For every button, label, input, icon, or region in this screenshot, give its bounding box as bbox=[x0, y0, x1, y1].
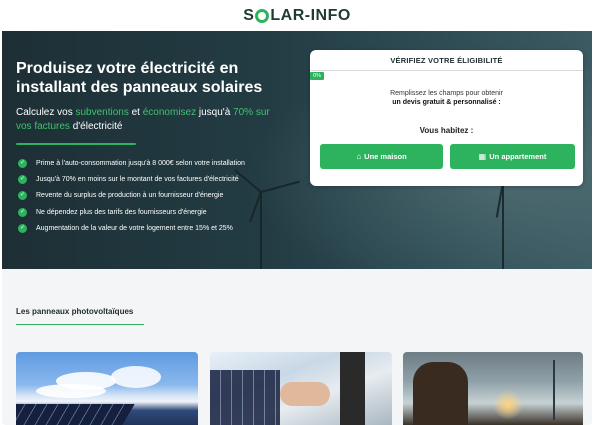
features-list: ✓ Prime à l'auto-consommation jusqu'à 8 0… bbox=[18, 155, 245, 237]
house-option-button[interactable]: ⌂ Une maison bbox=[320, 144, 443, 169]
section-underline-divider bbox=[16, 324, 144, 325]
check-icon: ✓ bbox=[18, 158, 27, 168]
house-icon: ⌂ bbox=[356, 152, 362, 161]
feature-item: ✓ Ne dépendez plus des tarifs des fournis… bbox=[18, 204, 245, 220]
house-option-label: Une maison bbox=[364, 152, 407, 161]
housing-question: Vous habitez : bbox=[419, 126, 474, 135]
apartment-option-label: Un appartement bbox=[489, 152, 547, 161]
feature-text: Jusqu'à 70% en moins sur le montant de v… bbox=[36, 176, 239, 184]
section-title: Les panneaux photovoltaïques bbox=[16, 307, 134, 316]
feature-item: ✓ Revente du surplus de production à un f… bbox=[18, 188, 245, 204]
subtitle-highlight: économisez bbox=[142, 107, 197, 118]
instruction-line-bold: un devis gratuit & personnalisé : bbox=[392, 99, 501, 106]
feature-item: ✓ Prime à l'auto-consommation jusqu'à 8 0… bbox=[18, 155, 245, 171]
building-icon: ▦ bbox=[478, 152, 487, 161]
check-icon: ✓ bbox=[18, 191, 27, 201]
subtitle-text: et bbox=[128, 107, 143, 118]
eligibility-card: VÉRIFIEZ VOTRE ÉLIGIBILITÉ 0% Remplissez… bbox=[310, 50, 583, 186]
feature-item: ✓ Augmentation de la valeur de votre loge… bbox=[18, 221, 245, 237]
article-thumbnail-solar-panels[interactable] bbox=[16, 352, 198, 425]
feature-text: Augmentation de la valeur de votre logem… bbox=[36, 225, 233, 233]
subtitle-text: d'électricité bbox=[69, 121, 123, 132]
progress-label: 0% bbox=[310, 72, 324, 80]
eligibility-instructions: Remplissez les champs pour obtenir un de… bbox=[310, 89, 583, 107]
progress-bar: 0% bbox=[310, 72, 583, 80]
logo-text-left: S bbox=[243, 6, 255, 24]
check-icon: ✓ bbox=[18, 207, 27, 217]
check-icon: ✓ bbox=[18, 224, 27, 234]
subtitle-text: Calculez vos bbox=[16, 107, 76, 118]
feature-text: Revente du surplus de production à un fo… bbox=[36, 192, 224, 200]
eligibility-card-title: VÉRIFIEZ VOTRE ÉLIGIBILITÉ bbox=[310, 50, 583, 71]
subtitle-highlight: subventions bbox=[75, 107, 129, 118]
hero-underline-divider bbox=[16, 143, 136, 145]
subtitle-text: jusqu'à bbox=[196, 107, 234, 118]
sun-logo-icon bbox=[255, 8, 270, 23]
site-header: S LAR-INFO bbox=[2, 0, 592, 31]
photovoltaic-section: Les panneaux photovoltaïques bbox=[2, 269, 592, 425]
site-logo[interactable]: S LAR-INFO bbox=[243, 7, 351, 25]
feature-item: ✓ Jusqu'à 70% en moins sur le montant de … bbox=[18, 171, 245, 187]
feature-text: Ne dépendez plus des tarifs des fourniss… bbox=[36, 208, 207, 216]
feature-text: Prime à l'auto-consommation jusqu'à 8 00… bbox=[36, 159, 245, 167]
page-frame: S LAR-INFO Produisez votre électricité e… bbox=[2, 0, 592, 425]
check-icon: ✓ bbox=[18, 175, 27, 185]
article-thumbnail-hand-panel[interactable] bbox=[210, 352, 392, 425]
hero-title: Produisez votre électricité en installan… bbox=[16, 60, 263, 96]
article-thumbnail-energy[interactable] bbox=[403, 352, 583, 425]
apartment-option-button[interactable]: ▦ Un appartement bbox=[450, 144, 575, 169]
hero-section: Produisez votre électricité en installan… bbox=[2, 31, 592, 269]
instruction-line: Remplissez les champs pour obtenir bbox=[390, 90, 503, 97]
hero-subtitle: Calculez vos subventions et économisez j… bbox=[16, 106, 286, 134]
logo-text-right: LAR-INFO bbox=[270, 6, 351, 24]
